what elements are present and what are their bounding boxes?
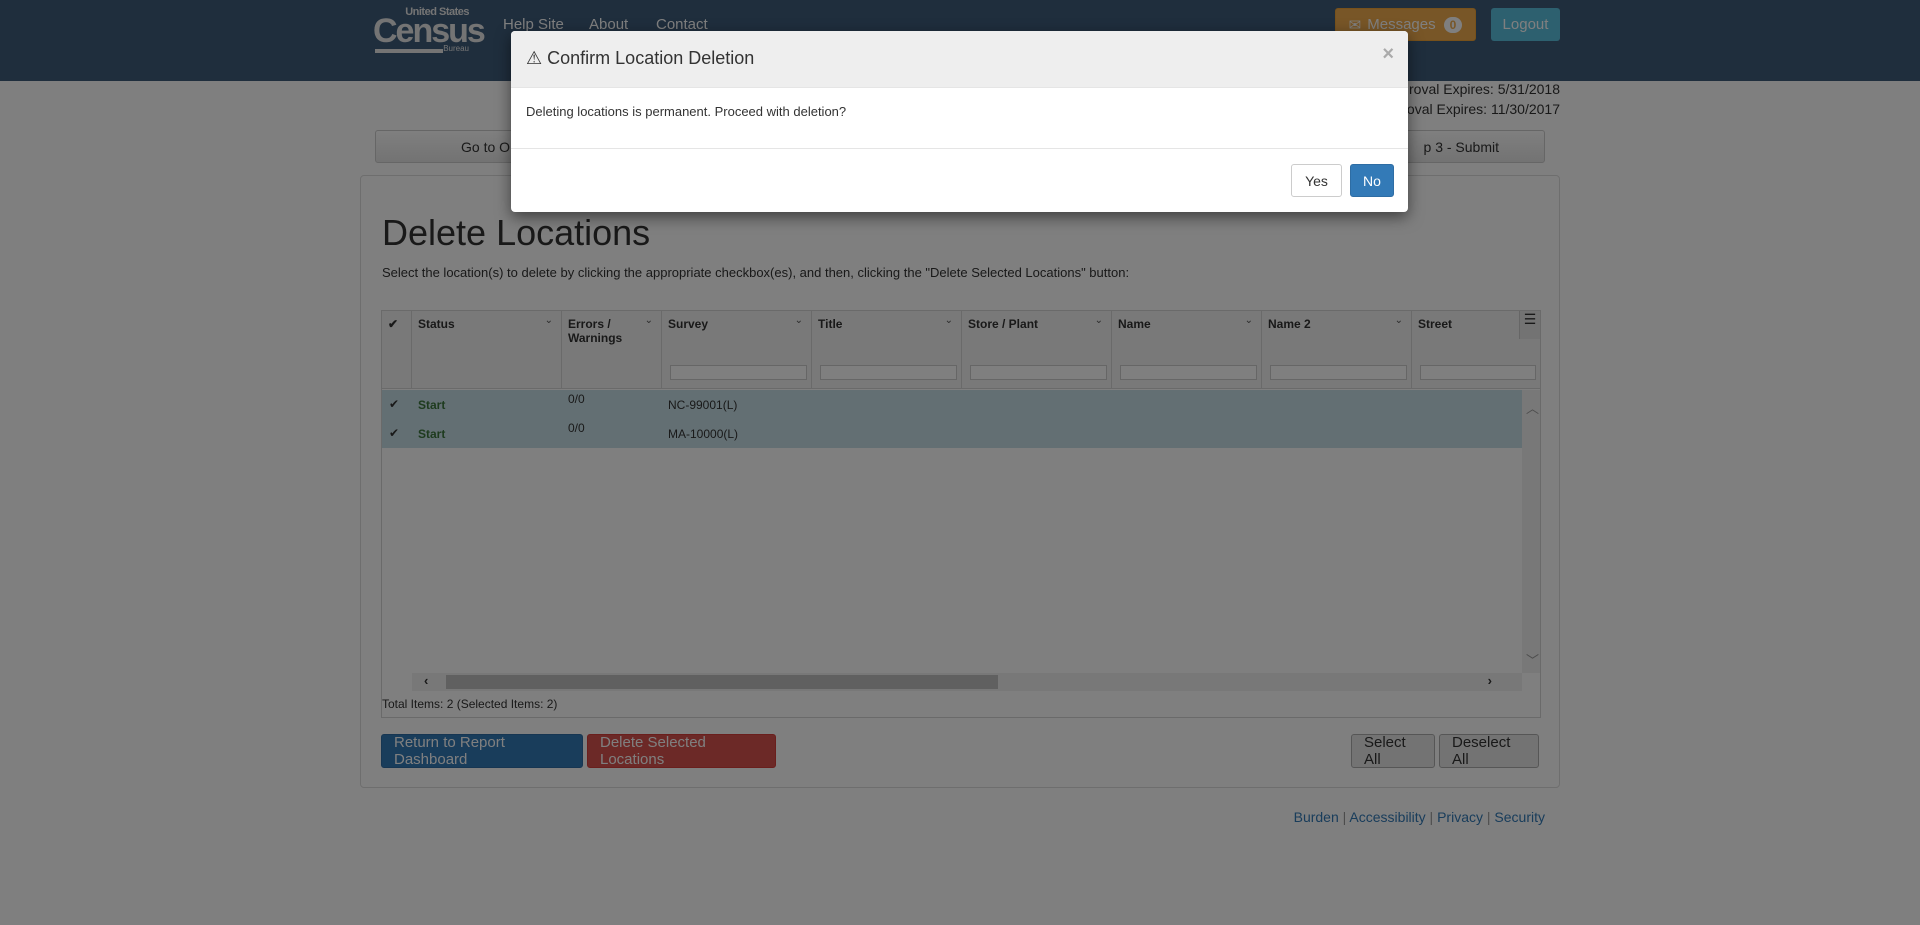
dialog-message: Deleting locations is permanent. Proceed…: [526, 104, 847, 119]
yes-button[interactable]: Yes: [1291, 164, 1342, 197]
dialog-title: Confirm Location Deletion: [547, 48, 755, 68]
dialog-header: ⚠ Confirm Location Deletion ×: [511, 31, 1408, 88]
warning-icon: ⚠: [526, 48, 543, 68]
no-button[interactable]: No: [1350, 164, 1394, 197]
confirm-dialog: ⚠ Confirm Location Deletion × Deleting l…: [511, 31, 1408, 212]
close-icon[interactable]: ×: [1382, 43, 1394, 66]
dialog-divider: [511, 148, 1408, 149]
